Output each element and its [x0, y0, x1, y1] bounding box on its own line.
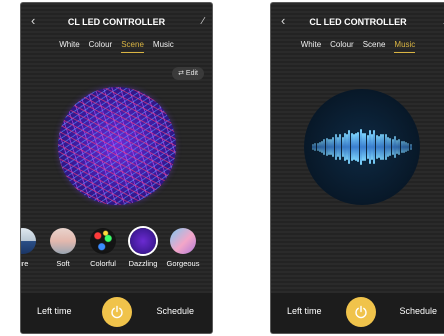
scene-item-colorful[interactable]: Colorful [83, 228, 123, 268]
tab-music[interactable]: Music [394, 39, 416, 53]
schedule-button[interactable]: Schedule [399, 306, 437, 316]
wave-bar [389, 138, 392, 156]
left-time-button[interactable]: Left time [287, 306, 322, 316]
power-icon [355, 305, 367, 319]
pencil-icon[interactable]: ∕ [202, 15, 204, 29]
page-title: CL LED CONTROLLER [67, 17, 166, 27]
wave-bar [364, 132, 367, 162]
page-title: CL LED CONTROLLER [309, 17, 407, 27]
left-time-button[interactable]: Left time [37, 306, 72, 316]
header: ‹ CL LED CONTROLLER ∕ [21, 14, 212, 29]
tab-white[interactable]: White [301, 39, 321, 53]
scene-icon [21, 228, 36, 254]
tab-colour[interactable]: Colour [89, 39, 113, 53]
scene-item-gorgeous[interactable]: Gorgeous [163, 228, 203, 268]
scene-label: Colorful [90, 259, 116, 268]
scene-screen: ‹ CL LED CONTROLLER ∕ White Colour Scene… [20, 2, 213, 334]
scene-item-dazzling[interactable]: Dazzling [123, 228, 163, 268]
tab-scene[interactable]: Scene [363, 39, 386, 53]
scene-label: Soft [56, 259, 70, 268]
scene-label: ure [21, 259, 29, 268]
wave-bar [339, 133, 342, 161]
scene-label: Gorgeous [166, 259, 200, 268]
tab-white[interactable]: White [59, 39, 79, 53]
power-button[interactable] [346, 297, 376, 327]
scene-item-soft[interactable]: Soft [43, 228, 83, 268]
scene-item-ure[interactable]: ure [21, 228, 43, 268]
power-icon [110, 305, 123, 319]
scene-icon [130, 228, 156, 254]
mode-tabs: White Colour Scene Music [271, 39, 444, 53]
schedule-button[interactable]: Schedule [156, 306, 194, 316]
scene-label: Dazzling [128, 259, 158, 268]
scene-list: ure Soft Colorful Dazzling Gorgeous [21, 228, 212, 278]
scene-icon [50, 228, 76, 254]
music-screen: ‹ CL LED CONTROLLER ∕ White Colour Scene… [270, 2, 444, 334]
scene-preview [58, 87, 176, 205]
mode-tabs: White Colour Scene Music [21, 39, 212, 53]
edit-button[interactable]: ⇄ Edit [172, 67, 204, 80]
bottom-bar: Left time Schedule [21, 293, 212, 333]
scene-icon [170, 228, 196, 254]
header: ‹ CL LED CONTROLLER ∕ [271, 14, 444, 29]
tab-scene[interactable]: Scene [121, 39, 144, 53]
bottom-bar: Left time Schedule [271, 293, 444, 333]
tab-music[interactable]: Music [153, 39, 174, 53]
wave-bar [314, 142, 317, 152]
music-visualizer [304, 89, 420, 205]
tab-colour[interactable]: Colour [330, 39, 354, 53]
power-button[interactable] [101, 297, 132, 327]
scene-icon [90, 228, 116, 254]
wave-bar [409, 144, 412, 150]
